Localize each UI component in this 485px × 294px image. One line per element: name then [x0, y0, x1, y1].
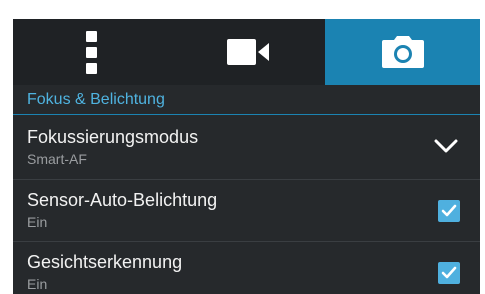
setting-row-face-detection[interactable]: Gesichtserkennung Ein	[13, 242, 480, 294]
tab-more[interactable]	[13, 19, 170, 85]
setting-title: Fokussierungsmodus	[27, 127, 199, 147]
tab-photo[interactable]	[325, 19, 480, 85]
section-header-focus-exposure: Fokus & Belichtung	[13, 85, 480, 115]
face-detection-checkbox[interactable]	[438, 262, 460, 284]
screenshot-frame: Fokus & Belichtung Fokussierungsmodus Sm…	[0, 0, 485, 294]
setting-row-sensor-auto-exposure[interactable]: Sensor-Auto-Belichtung Ein	[13, 180, 480, 241]
video-camera-icon	[226, 39, 269, 65]
camera-icon	[381, 36, 424, 68]
settings-tab-bar	[13, 19, 480, 85]
setting-row-focus-mode[interactable]: Fokussierungsmodus Smart-AF	[13, 116, 480, 178]
chevron-down-icon[interactable]	[434, 139, 458, 154]
setting-value: Ein	[27, 214, 48, 230]
setting-title: Sensor-Auto-Belichtung	[27, 190, 218, 210]
sensor-auto-exposure-checkbox[interactable]	[438, 200, 460, 222]
setting-title: Gesichtserkennung	[27, 252, 183, 272]
checkmark-icon	[441, 204, 457, 217]
more-vertical-icon	[86, 30, 97, 74]
tab-video[interactable]	[170, 19, 325, 85]
camera-settings-panel: Fokus & Belichtung Fokussierungsmodus Sm…	[13, 19, 480, 294]
setting-value: Smart-AF	[27, 151, 87, 167]
setting-value: Ein	[27, 276, 48, 292]
checkmark-icon	[441, 266, 457, 279]
